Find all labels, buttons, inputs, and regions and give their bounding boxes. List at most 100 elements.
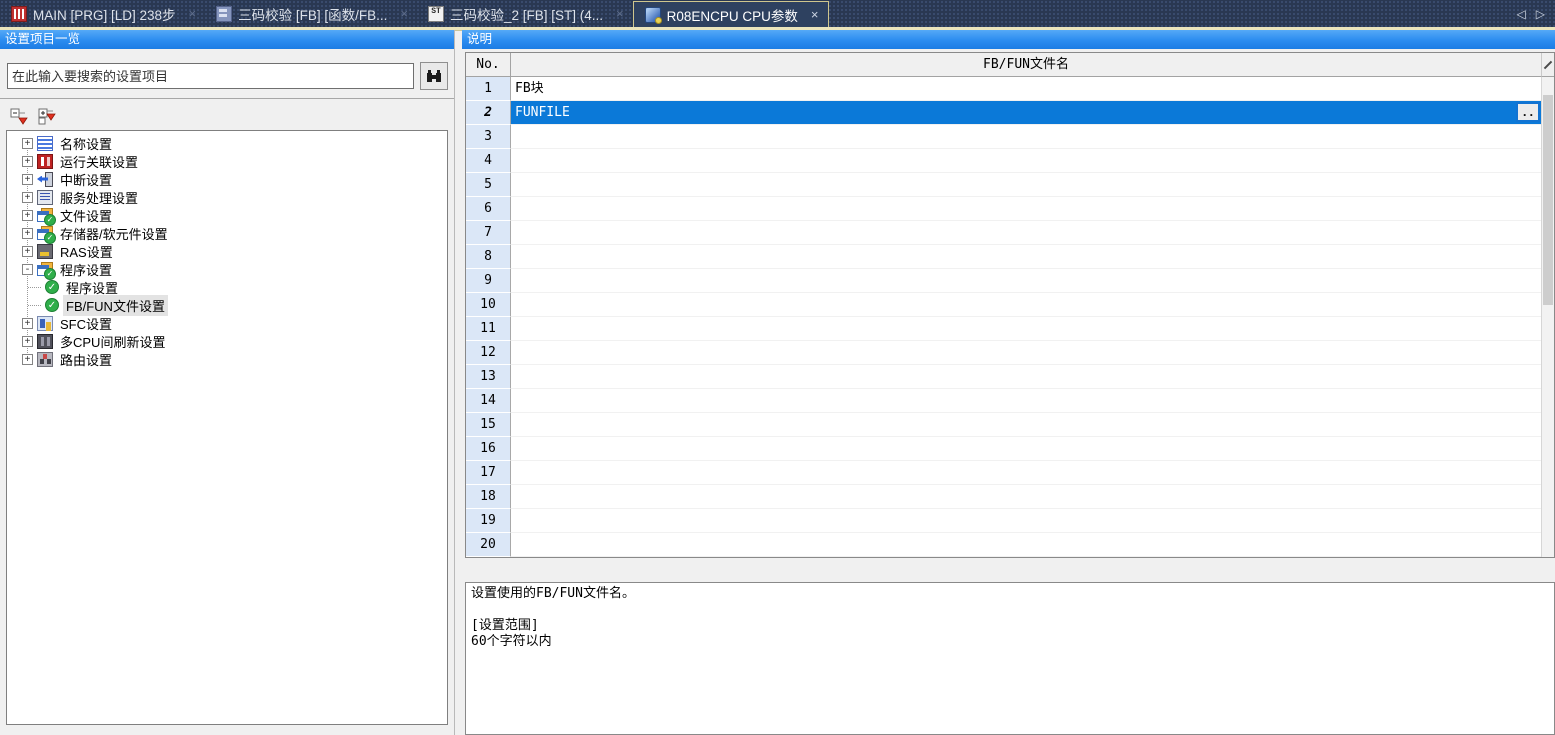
row-value-cell[interactable]	[511, 197, 1541, 221]
expander-icon[interactable]: +	[22, 210, 33, 221]
table-row: 14	[466, 389, 1541, 413]
row-number-cell[interactable]: 3	[466, 125, 511, 149]
expander-icon[interactable]: -	[22, 264, 33, 275]
tree-item[interactable]: -程序设置	[7, 260, 447, 278]
binoculars-search-icon	[426, 69, 442, 83]
row-value-cell[interactable]	[511, 293, 1541, 317]
tree-item[interactable]: FB/FUN文件设置	[7, 296, 447, 314]
document-tab[interactable]: 三码校验_2 [FB] [ST] (4...×	[417, 0, 633, 27]
edit-pen-icon	[1544, 61, 1552, 69]
row-number-cell[interactable]: 19	[466, 509, 511, 533]
row-number-cell[interactable]: 2	[466, 101, 511, 125]
row-value-cell[interactable]: FB块	[511, 77, 1541, 101]
tree-item[interactable]: +路由设置	[7, 350, 447, 368]
tab-scroll-right-icon[interactable]: ▷	[1536, 7, 1545, 21]
routing-setting-icon	[37, 352, 53, 367]
tree-item[interactable]: +多CPU间刷新设置	[7, 332, 447, 350]
row-value-cell[interactable]	[511, 461, 1541, 485]
expander-icon[interactable]: +	[22, 138, 33, 149]
row-number-cell[interactable]: 11	[466, 317, 511, 341]
tab-close-icon[interactable]: ×	[616, 6, 624, 21]
tree-item[interactable]: +RAS设置	[7, 242, 447, 260]
row-value-cell[interactable]	[511, 485, 1541, 509]
row-value-cell[interactable]	[511, 389, 1541, 413]
table-corner-cell	[1541, 53, 1554, 77]
row-number-cell[interactable]: 15	[466, 413, 511, 437]
row-number-cell[interactable]: 4	[466, 149, 511, 173]
row-value-cell[interactable]	[511, 269, 1541, 293]
table-row: 18	[466, 485, 1541, 509]
expand-tree-icon[interactable]	[37, 107, 57, 125]
sfc-setting-icon	[37, 316, 53, 331]
expander-icon[interactable]: +	[22, 336, 33, 347]
row-value-cell[interactable]	[511, 509, 1541, 533]
document-tab[interactable]: MAIN [PRG] [LD] 238步×	[0, 0, 205, 27]
row-number-cell[interactable]: 1	[466, 77, 511, 101]
expander-icon[interactable]: +	[22, 228, 33, 239]
tab-close-icon[interactable]: ×	[400, 6, 408, 21]
expander-icon[interactable]: +	[22, 192, 33, 203]
row-number-cell[interactable]: 8	[466, 245, 511, 269]
tree-item[interactable]: +中断设置	[7, 170, 447, 188]
search-button[interactable]	[420, 62, 448, 90]
tree-item[interactable]: +运行关联设置	[7, 152, 447, 170]
expander-icon[interactable]: +	[22, 156, 33, 167]
document-tab[interactable]: 三码校验 [FB] [函数/FB...×	[205, 0, 417, 27]
table-row: 15	[466, 413, 1541, 437]
row-value-cell[interactable]	[511, 221, 1541, 245]
tree-item[interactable]: +SFC设置	[7, 314, 447, 332]
cpu-parameter-icon	[645, 7, 661, 23]
row-value-cell[interactable]	[511, 125, 1541, 149]
row-value-cell[interactable]: FUNFILE..	[511, 101, 1541, 125]
row-value-cell[interactable]	[511, 533, 1541, 557]
row-number-cell[interactable]: 14	[466, 389, 511, 413]
name-setting-icon	[37, 136, 53, 151]
expander-icon[interactable]: +	[22, 174, 33, 185]
tree-item[interactable]: +服务处理设置	[7, 188, 447, 206]
row-value-cell[interactable]	[511, 437, 1541, 461]
scrollbar-thumb[interactable]	[1543, 95, 1553, 305]
tab-scroll-controls: ◁ ▷	[1517, 0, 1555, 27]
table-row: 4	[466, 149, 1541, 173]
expander-icon[interactable]: +	[22, 246, 33, 257]
row-number-cell[interactable]: 10	[466, 293, 511, 317]
tree-item[interactable]: +存储器/软元件设置	[7, 224, 447, 242]
browse-button[interactable]: ..	[1516, 102, 1540, 122]
row-value-cell[interactable]	[511, 413, 1541, 437]
row-number-cell[interactable]: 16	[466, 437, 511, 461]
row-number-cell[interactable]: 12	[466, 341, 511, 365]
service-setting-icon	[37, 190, 53, 205]
row-value-cell[interactable]	[511, 341, 1541, 365]
table-row: 10	[466, 293, 1541, 317]
row-value-cell[interactable]	[511, 365, 1541, 389]
search-input[interactable]	[7, 63, 414, 89]
check-badge-icon	[44, 268, 56, 280]
tree-item[interactable]: +文件设置	[7, 206, 447, 224]
table-vertical-scrollbar[interactable]	[1541, 77, 1554, 557]
collapse-tree-icon[interactable]	[9, 107, 29, 125]
tab-scroll-left-icon[interactable]: ◁	[1517, 7, 1526, 21]
table-header-row: No. FB/FUN文件名	[466, 53, 1554, 77]
expander-icon[interactable]: +	[22, 318, 33, 329]
row-value-cell[interactable]	[511, 149, 1541, 173]
row-number-cell[interactable]: 18	[466, 485, 511, 509]
row-number-cell[interactable]: 7	[466, 221, 511, 245]
tree-item[interactable]: 程序设置	[7, 278, 447, 296]
row-number-cell[interactable]: 6	[466, 197, 511, 221]
row-number-cell[interactable]: 17	[466, 461, 511, 485]
document-tab[interactable]: R08ENCPU CPU参数×	[633, 1, 829, 27]
tree-item[interactable]: +名称设置	[7, 134, 447, 152]
row-value-cell[interactable]	[511, 173, 1541, 197]
row-number-cell[interactable]: 20	[466, 533, 511, 557]
tab-close-icon[interactable]: ×	[189, 6, 197, 21]
table-row: 9	[466, 269, 1541, 293]
table-row: 16	[466, 437, 1541, 461]
row-value-cell[interactable]	[511, 245, 1541, 269]
file-setting-icon	[37, 208, 53, 223]
row-number-cell[interactable]: 13	[466, 365, 511, 389]
row-value-cell[interactable]	[511, 317, 1541, 341]
row-number-cell[interactable]: 9	[466, 269, 511, 293]
tab-close-icon[interactable]: ×	[811, 7, 819, 22]
row-number-cell[interactable]: 5	[466, 173, 511, 197]
expander-icon[interactable]: +	[22, 354, 33, 365]
